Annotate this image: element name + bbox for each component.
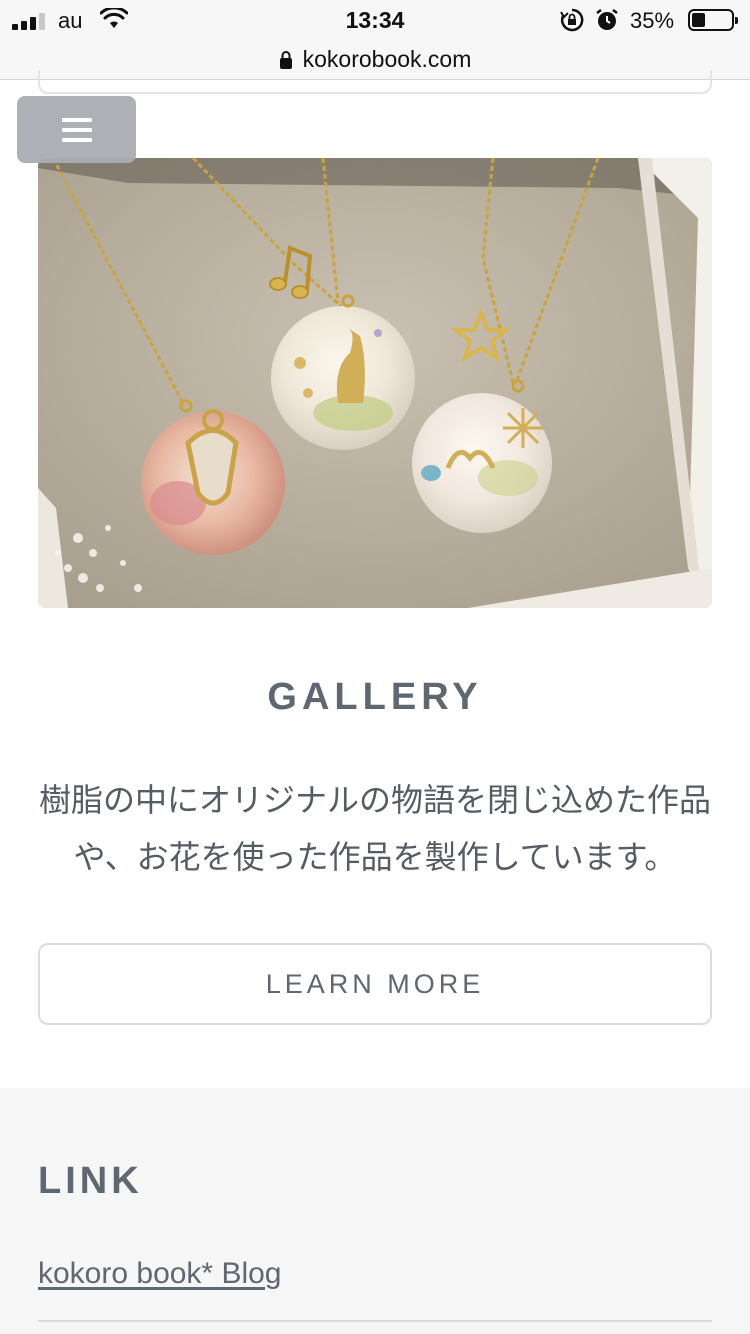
hamburger-icon-bar <box>61 137 92 142</box>
battery-percent: 35% <box>630 8 675 33</box>
url-text: kokorobook.com <box>302 46 472 72</box>
alarm-icon <box>596 9 618 30</box>
battery-icon <box>688 9 738 31</box>
hamburger-icon-bar <box>61 127 92 132</box>
gallery-description: 樹脂の中にオリジナルの物語を閉じ込めた作品や、お花を使った作品を製作しています。 <box>38 781 711 876</box>
gallery-photo <box>38 158 712 608</box>
menu-button[interactable] <box>17 96 136 163</box>
resin-pendants-illustration <box>38 158 712 608</box>
footer-links-section: LINK kokoro book* Blog <box>0 1088 750 1334</box>
learn-more-button[interactable]: LEARN MORE <box>38 943 712 1025</box>
status-bar: au 13:34 35% <box>0 0 750 40</box>
gallery-title: GALLERY <box>267 676 483 718</box>
lock-icon <box>279 50 292 69</box>
blog-link[interactable]: kokoro book* Blog <box>38 1257 282 1291</box>
rotation-lock-icon <box>560 8 584 32</box>
divider <box>38 1320 712 1322</box>
battery-level-fill <box>692 13 705 27</box>
previous-card-edge <box>38 70 712 94</box>
links-heading: LINK <box>38 1160 143 1202</box>
hamburger-icon <box>61 117 92 122</box>
